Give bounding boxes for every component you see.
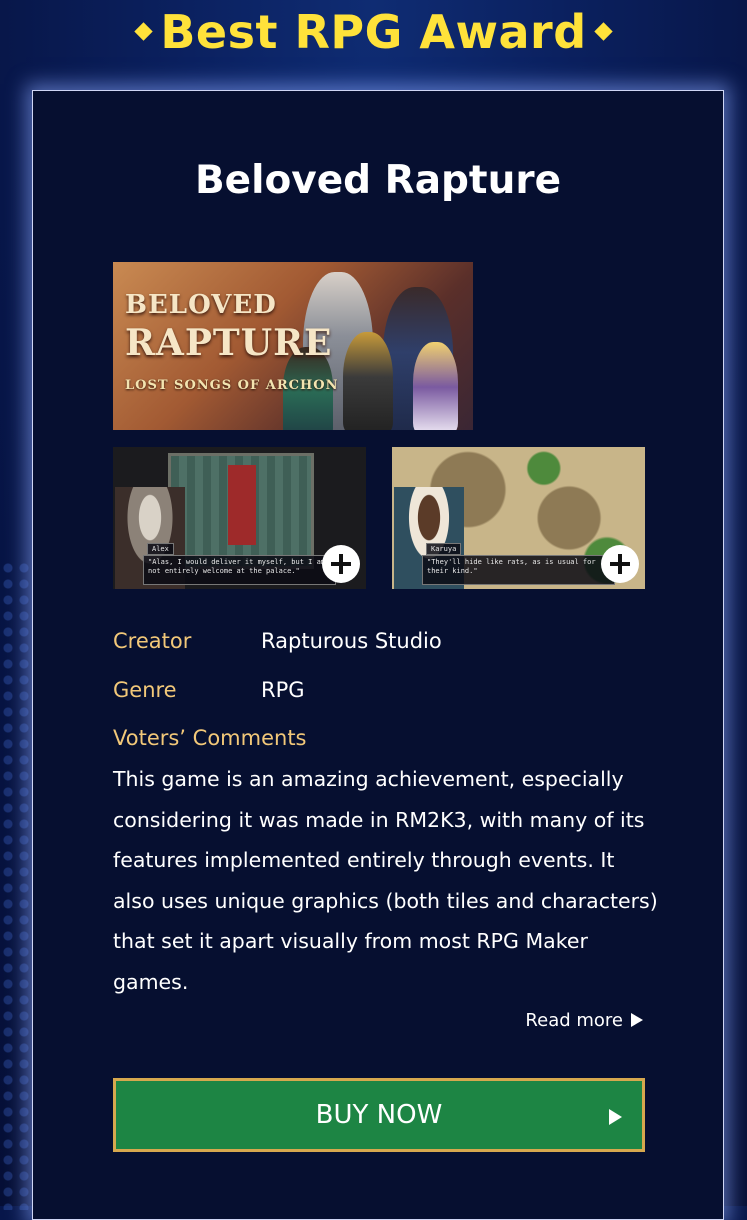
voters-comments-text: This game is an amazing achievement, esp…: [113, 767, 658, 994]
read-more-link[interactable]: Read more: [525, 1009, 643, 1033]
award-title: Best RPG Award: [160, 5, 587, 59]
game-award-card: Beloved Rapture BELOVED RAPTURE LOST SON…: [32, 90, 724, 1220]
voters-comments-label: Voters’ Comments: [113, 726, 307, 750]
game-cover-image: BELOVED RAPTURE LOST SONGS OF ARCHON: [113, 262, 473, 430]
cover-character-art: [343, 332, 393, 430]
triangle-right-icon: [609, 1109, 622, 1125]
plus-circle-icon[interactable]: [601, 545, 639, 583]
screenshot-thumbnail-1[interactable]: Alex "Alas, I would deliver it myself, b…: [113, 447, 366, 589]
triangle-right-icon: [631, 1013, 643, 1027]
cover-logo-subtitle: LOST SONGS OF ARCHON: [125, 378, 339, 393]
game-title: Beloved Rapture: [194, 158, 562, 203]
buy-now-label: BUY NOW: [315, 1100, 443, 1130]
buy-now-button[interactable]: BUY NOW: [113, 1078, 645, 1152]
cover-logo-line2: RAPTURE: [125, 322, 333, 364]
cover-character-art: [413, 342, 458, 430]
screenshot-speaker-name: Alex: [147, 543, 174, 555]
award-heading: Best RPG Award: [0, 2, 747, 62]
creator-value: Rapturous Studio: [261, 629, 442, 653]
read-more-label: Read more: [525, 1010, 623, 1031]
screenshot-dialogue: "Alas, I would deliver it myself, but I …: [143, 555, 336, 585]
screenshot-dialogue: "They'll hide like rats, as is usual for…: [422, 555, 615, 585]
plus-circle-icon[interactable]: [322, 545, 360, 583]
screenshot-thumbnail-2[interactable]: Karuya "They'll hide like rats, as is us…: [392, 447, 645, 589]
genre-label: Genre: [113, 678, 177, 702]
diamond-icon: [593, 22, 613, 41]
cover-logo-line1: BELOVED: [125, 290, 277, 320]
genre-value: RPG: [261, 678, 305, 702]
creator-label: Creator: [113, 629, 192, 653]
diamond-icon: [134, 22, 154, 41]
screenshot-speaker-name: Karuya: [426, 543, 462, 555]
screenshot-scene-carpet: [228, 465, 256, 545]
